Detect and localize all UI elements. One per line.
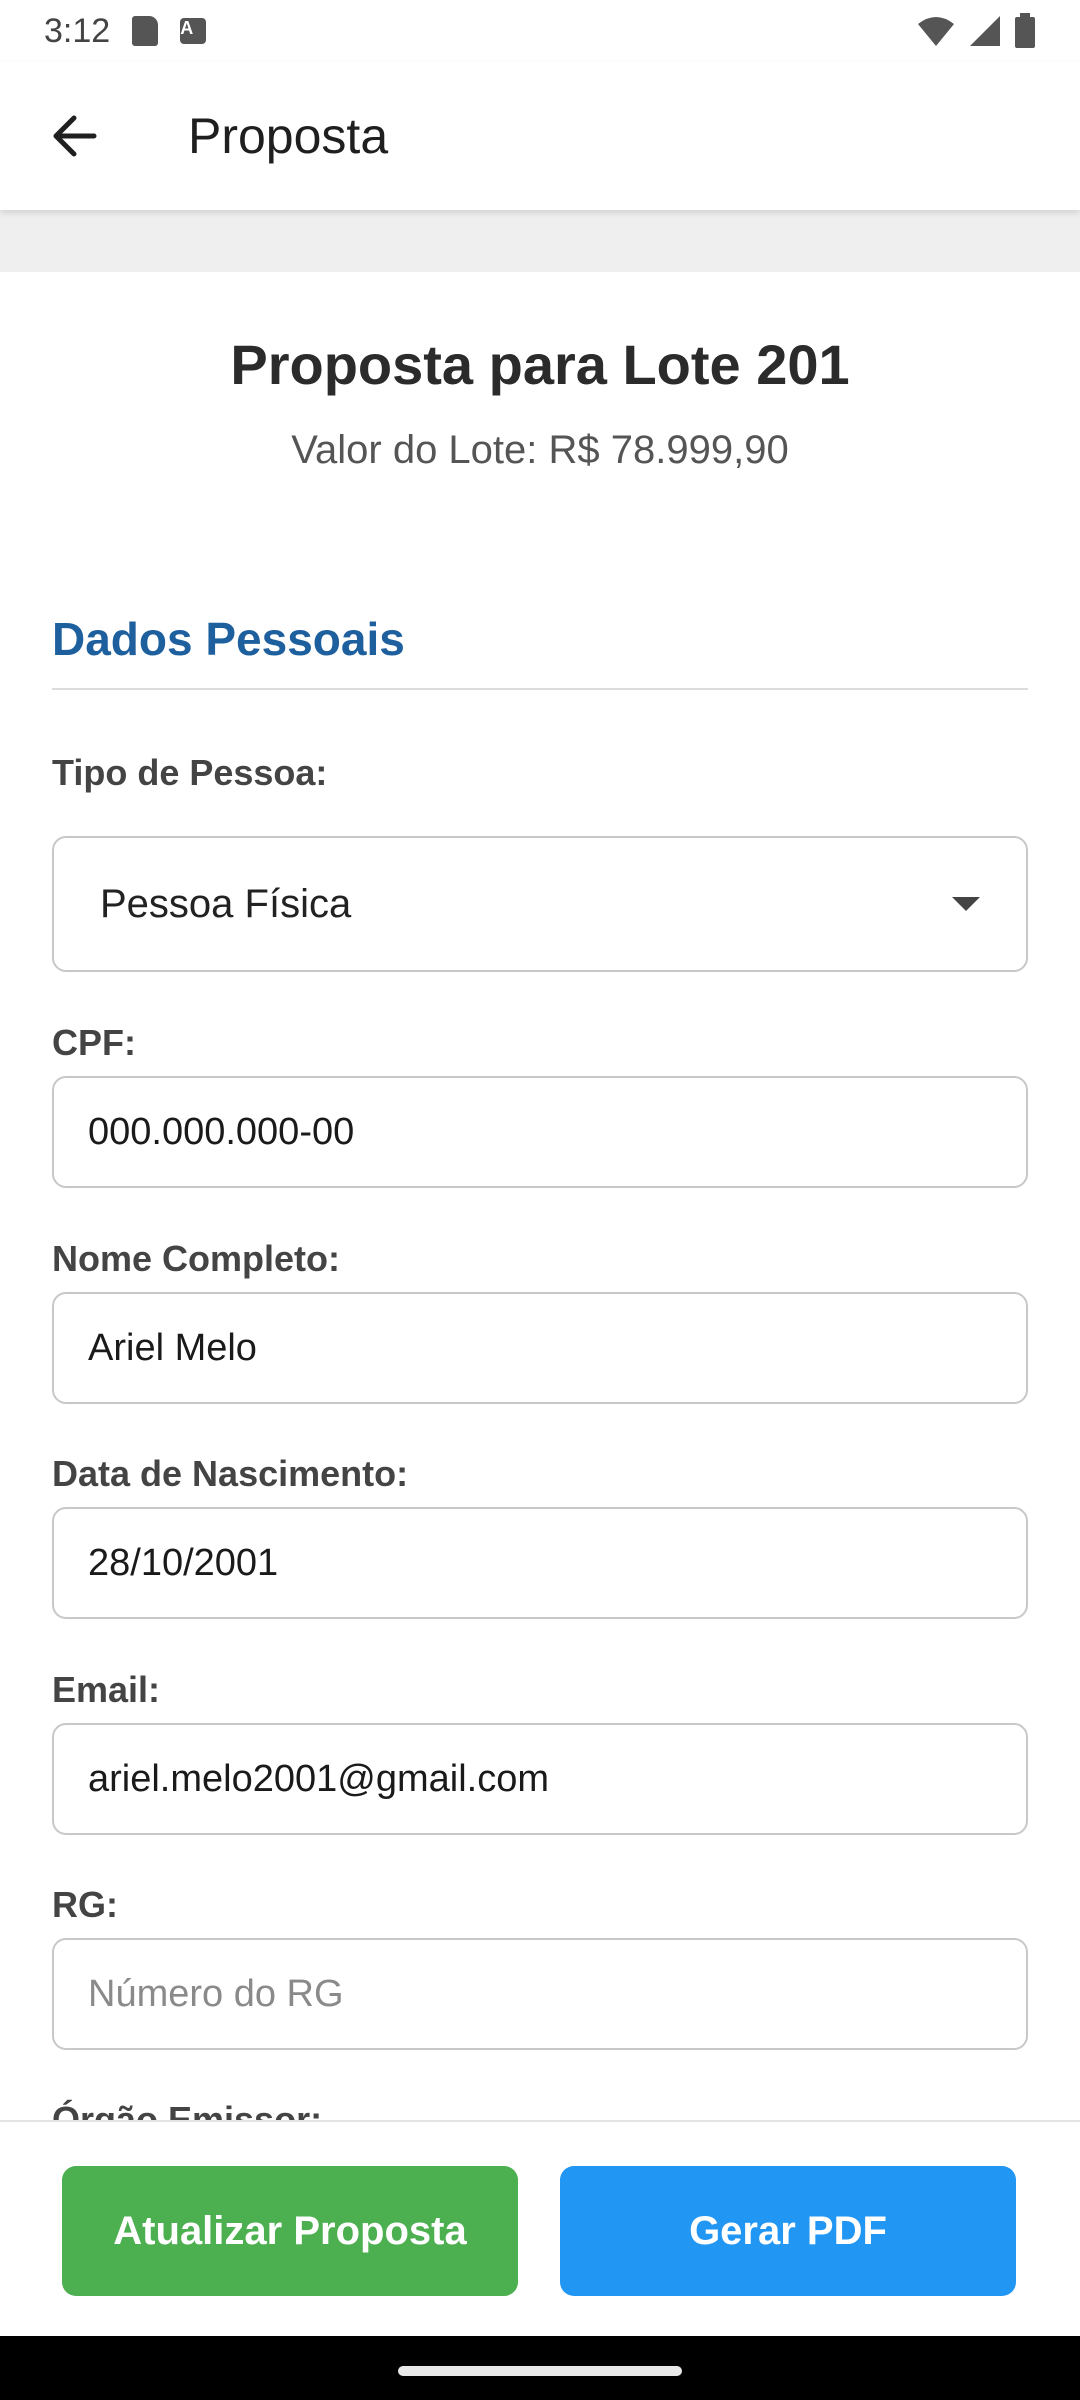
nome-label: Nome Completo:: [52, 1238, 340, 1279]
cpf-input[interactable]: 000.000.000-00: [52, 1076, 1028, 1188]
text-a-icon: A: [180, 18, 207, 44]
status-right: [916, 13, 1036, 49]
email-input[interactable]: ariel.melo2001@gmail.com: [52, 1723, 1028, 1835]
arrow-left-icon: [53, 115, 97, 157]
battery-icon: [1015, 13, 1035, 48]
cpf-label: CPF:: [52, 1022, 136, 1063]
email-value: ariel.melo2001@gmail.com: [88, 1757, 549, 1800]
form-content[interactable]: Proposta para Lote 201 Valor do Lote: R$…: [0, 272, 1080, 2120]
tipo-pessoa-value: Pessoa Física: [100, 881, 352, 926]
system-nav-bar: [0, 2336, 1080, 2400]
tipo-pessoa-select[interactable]: Pessoa Física: [52, 836, 1028, 972]
back-button[interactable]: [34, 96, 114, 176]
nascimento-label: Data de Nascimento:: [52, 1453, 409, 1494]
rg-label: RG:: [52, 1884, 118, 1925]
rg-input[interactable]: Número do RG: [52, 1938, 1028, 2050]
update-proposal-button[interactable]: Atualizar Proposta: [62, 2166, 518, 2296]
email-label: Email:: [52, 1669, 161, 1710]
screen: 3:12 A Proposta Proposta para Lote 201 V…: [0, 0, 1080, 2400]
signal-icon: [970, 16, 1000, 46]
bottom-action-bar: Atualizar Proposta Gerar PDF: [0, 2120, 1080, 2336]
nascimento-value: 28/10/2001: [88, 1541, 279, 1584]
app-bar: Proposta: [0, 62, 1080, 210]
nome-input[interactable]: Ariel Melo: [52, 1292, 1028, 1404]
page-title: Proposta: [188, 108, 389, 164]
dropdown-caret-icon: [952, 897, 980, 911]
proposal-heading: Proposta para Lote 201: [230, 333, 850, 396]
tipo-pessoa-label: Tipo de Pessoa:: [52, 752, 328, 793]
nascimento-input[interactable]: 28/10/2001: [52, 1507, 1028, 1619]
rg-placeholder: Número do RG: [88, 1972, 344, 2015]
status-bar: 3:12 A: [0, 0, 1080, 62]
home-gesture-handle[interactable]: [398, 2366, 682, 2376]
generate-pdf-button[interactable]: Gerar PDF: [560, 2166, 1016, 2296]
section-title-personal-data: Dados Pessoais: [52, 613, 405, 665]
top-gray-band: [0, 210, 1080, 272]
sd-card-icon: [132, 16, 159, 46]
wifi-icon: [918, 17, 954, 46]
section-divider: [52, 688, 1028, 690]
nome-value: Ariel Melo: [88, 1326, 257, 1369]
orgao-emissor-label: Órgão Emissor:: [52, 2099, 323, 2120]
lot-value: Valor do Lote: R$ 78.999,90: [291, 428, 789, 472]
status-time: 3:12: [44, 11, 111, 50]
cpf-value: 000.000.000-00: [88, 1110, 355, 1153]
status-left: 3:12 A: [44, 11, 207, 51]
